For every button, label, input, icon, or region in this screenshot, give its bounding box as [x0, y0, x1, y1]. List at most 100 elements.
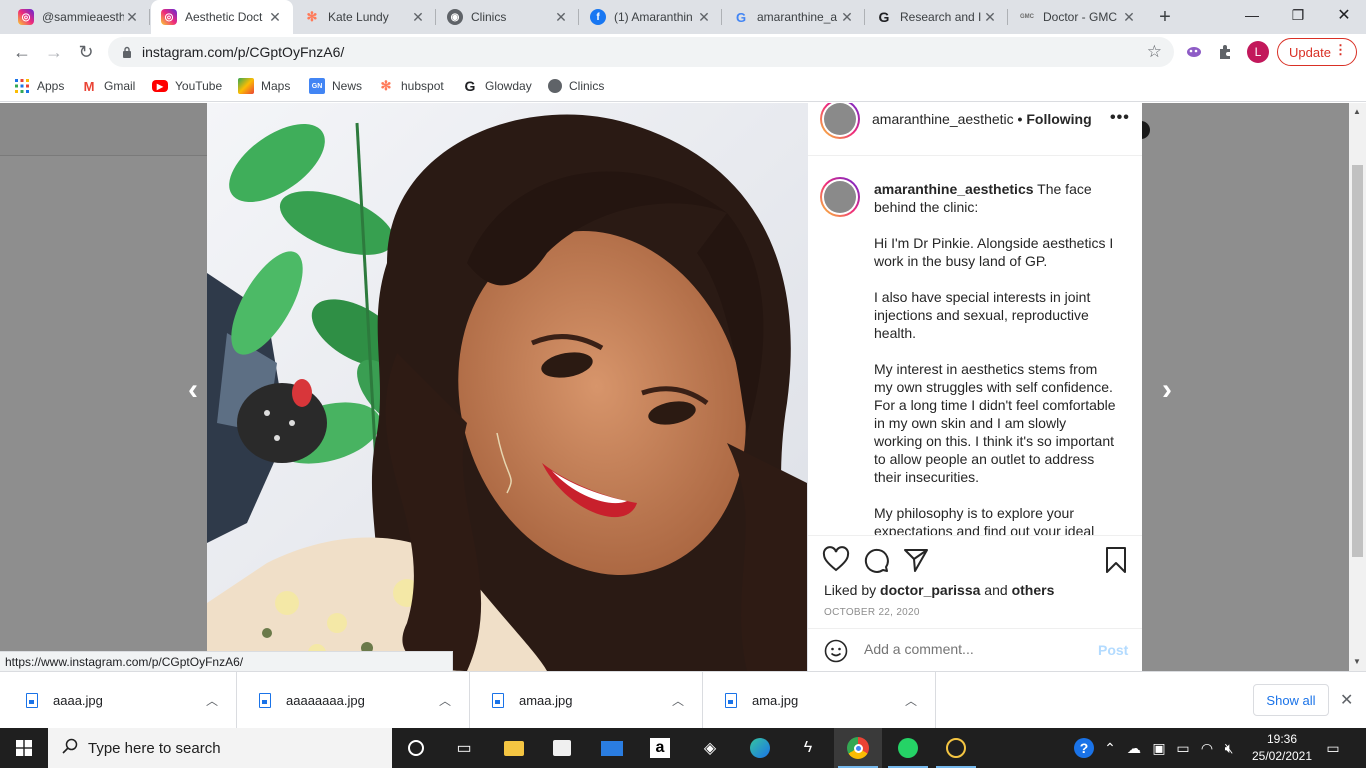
close-icon[interactable]: ✕ [267, 9, 283, 25]
close-icon[interactable]: ✕ [696, 9, 712, 25]
comment-icon[interactable] [862, 546, 890, 574]
back-button[interactable]: ← [8, 38, 36, 66]
new-tab-button[interactable]: + [1153, 5, 1177, 29]
task-view-icon[interactable]: ▭ [440, 728, 488, 768]
tab-clinics[interactable]: ◉ Clinics ✕ [437, 0, 579, 34]
forward-button[interactable]: → [40, 38, 68, 66]
instagram-icon: ◎ [161, 9, 177, 25]
task-app-icon[interactable] [932, 728, 980, 768]
close-icon[interactable]: ✕ [839, 9, 855, 25]
more-options-icon[interactable]: ••• [1110, 109, 1130, 127]
cloud-icon[interactable]: ☁ [1122, 728, 1146, 768]
bookmark-glowday[interactable]: G Glowday [462, 76, 532, 96]
avatar[interactable] [820, 103, 860, 139]
share-icon[interactable] [902, 546, 930, 574]
like-heart-icon[interactable] [822, 546, 850, 574]
avatar[interactable] [820, 177, 860, 217]
chevron-up-icon[interactable]: ︿ [439, 692, 451, 709]
chevron-up-icon[interactable]: ︿ [905, 692, 917, 709]
scroll-up-icon[interactable]: ▲ [1353, 107, 1361, 116]
emoji-icon[interactable] [824, 639, 848, 663]
scrollbar[interactable]: ▲ ▼ [1349, 103, 1366, 671]
youtube-icon: ▶ [152, 80, 168, 92]
close-icon[interactable]: ✕ [124, 9, 140, 25]
scrollbar-thumb[interactable] [1352, 165, 1363, 557]
post-details-panel: amaranthine_aesthetic • Following ••• am… [808, 103, 1142, 671]
close-icon[interactable]: ✕ [553, 9, 569, 25]
comment-input[interactable] [864, 641, 1084, 657]
update-button[interactable]: Update ⋮ [1277, 38, 1357, 66]
tab-research[interactable]: G Research and I ✕ [866, 0, 1008, 34]
post-photo[interactable] [207, 103, 808, 671]
address-bar[interactable]: ☆ [108, 37, 1174, 67]
bookmark-star-icon[interactable]: ☆ [1147, 42, 1162, 62]
file-explorer-icon[interactable] [490, 728, 538, 768]
tab-aesthetic-doct[interactable]: ◎ Aesthetic Doct ✕ [151, 0, 293, 34]
liked-by-user-link[interactable]: doctor_parissa [880, 582, 980, 598]
bookmark-youtube[interactable]: ▶ YouTube [152, 76, 222, 96]
bookmark-gmail[interactable]: M Gmail [81, 76, 136, 96]
chevron-up-icon[interactable]: ⌃ [1100, 728, 1120, 768]
previous-post-arrow-icon[interactable]: ‹ [188, 373, 198, 407]
download-item[interactable]: ama.jpg ︿ [703, 672, 936, 729]
close-icon[interactable]: ✕ [982, 9, 998, 25]
close-icon[interactable]: ✕ [1121, 9, 1137, 25]
help-icon[interactable]: ? [1070, 728, 1098, 768]
notifications-icon[interactable]: ▭ [1322, 728, 1344, 768]
close-window-button[interactable]: ✕ [1321, 0, 1366, 30]
caption-username-link[interactable]: amaranthine_aesthetics [874, 181, 1034, 197]
post-comment-button[interactable]: Post [1098, 642, 1128, 658]
taskbar-clock[interactable]: 19:36 25/02/2021 [1242, 731, 1322, 765]
volume-icon[interactable]: 🔇︎ [1218, 728, 1240, 768]
reload-button[interactable]: ↻ [72, 38, 100, 66]
liked-others-link[interactable]: others [1012, 582, 1055, 598]
save-bookmark-icon[interactable] [1102, 546, 1130, 574]
bookmark-apps[interactable]: Apps [14, 76, 64, 96]
edge-icon[interactable] [736, 728, 784, 768]
caption-scroll-area[interactable]: amaranthine_aesthetics The face behind t… [808, 157, 1142, 535]
bookmark-news[interactable]: GN News [309, 76, 362, 96]
author-username-link[interactable]: amaranthine_aesthetic [872, 111, 1014, 127]
tab-facebook-amaranthine[interactable]: f (1) Amaranthin ✕ [580, 0, 722, 34]
taskbar-search-box[interactable]: Type here to search [48, 728, 392, 768]
close-icon[interactable]: ✕ [1340, 690, 1353, 710]
extension-icon[interactable] [1184, 42, 1204, 62]
show-all-downloads-button[interactable]: Show all [1253, 684, 1329, 716]
download-item[interactable]: amaa.jpg ︿ [470, 672, 703, 729]
tab-google-amaranthine[interactable]: G amaranthine_a ✕ [723, 0, 865, 34]
store-icon[interactable] [538, 728, 586, 768]
battery-icon[interactable]: ▭ [1172, 728, 1194, 768]
minimize-button[interactable]: — [1229, 0, 1275, 30]
amazon-icon[interactable]: a [636, 728, 684, 768]
download-item[interactable]: aaaa.jpg ︿ [4, 672, 237, 729]
tab-sammieaesth[interactable]: ◎ @sammieaesth ✕ [8, 0, 150, 34]
chevron-up-icon[interactable]: ︿ [672, 692, 684, 709]
display-icon[interactable]: ▣ [1148, 728, 1170, 768]
caption-paragraph: My philosophy is to explore your expecta… [874, 505, 1095, 535]
whatsapp-icon[interactable] [884, 728, 932, 768]
post-date[interactable]: OCTOBER 22, 2020 [824, 607, 920, 618]
chrome-icon[interactable] [834, 728, 882, 768]
close-icon[interactable]: ✕ [410, 9, 426, 25]
wifi-icon[interactable]: ◠ [1196, 728, 1218, 768]
url-input[interactable] [142, 44, 1042, 60]
dropbox-icon[interactable]: ◈ [686, 728, 734, 768]
profile-avatar[interactable]: L [1247, 41, 1269, 63]
restore-button[interactable]: ❐ [1275, 0, 1321, 30]
bookmarks-bar: Apps M Gmail ▶ YouTube Maps GN News ✻ hu… [0, 70, 1366, 102]
scroll-down-icon[interactable]: ▼ [1353, 657, 1361, 666]
following-label[interactable]: • Following [1018, 111, 1092, 127]
bookmark-hubspot[interactable]: ✻ hubspot [378, 76, 444, 96]
windows-start-button[interactable] [0, 728, 48, 768]
next-post-arrow-icon[interactable]: › [1162, 373, 1172, 407]
chevron-up-icon[interactable]: ︿ [206, 692, 218, 709]
mail-icon[interactable] [588, 728, 636, 768]
app-bolt-icon[interactable]: ϟ [784, 728, 832, 768]
puzzle-extensions-icon[interactable] [1215, 42, 1235, 62]
bookmark-maps[interactable]: Maps [238, 76, 290, 96]
tab-doctor-gmc[interactable]: GMC Doctor - GMC ✕ [1009, 0, 1147, 34]
bookmark-clinics[interactable]: Clinics [548, 76, 604, 96]
download-item[interactable]: aaaaaaaa.jpg ︿ [237, 672, 470, 729]
tab-kate-lundy[interactable]: ✻ Kate Lundy ✕ [294, 0, 436, 34]
cortana-icon[interactable] [392, 728, 440, 768]
